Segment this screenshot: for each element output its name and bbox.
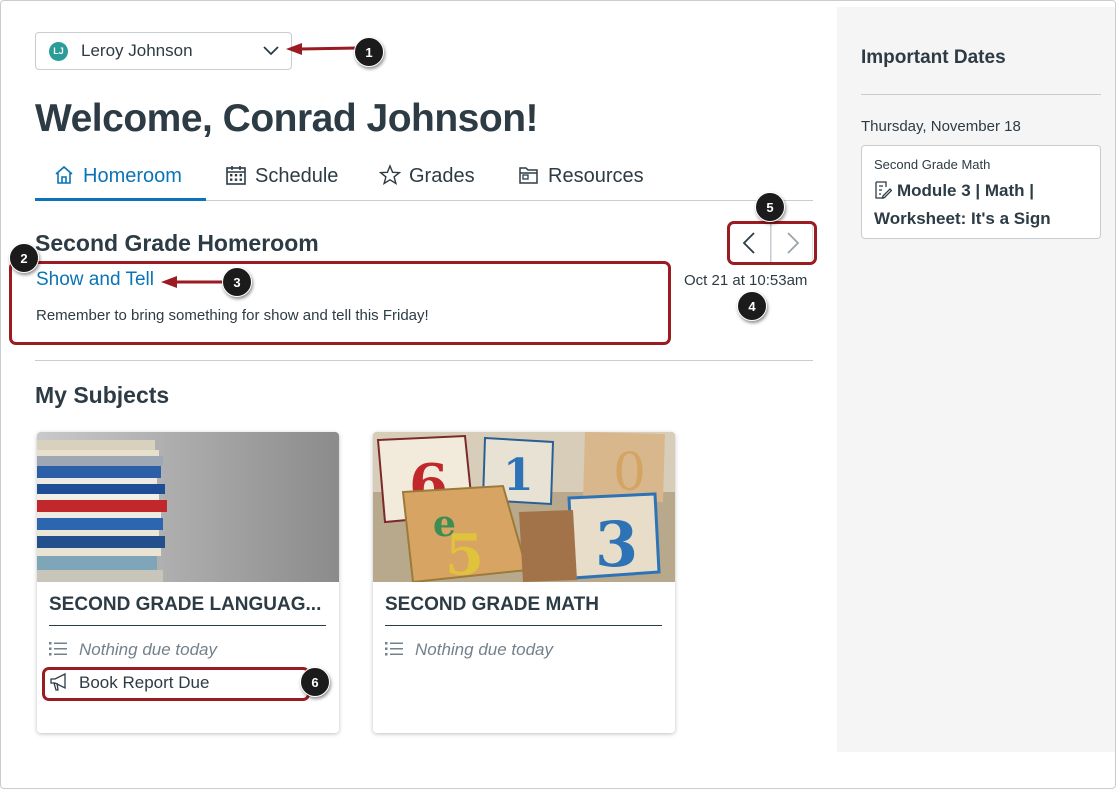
app-window: LJ Leroy Johnson Welcome, Conrad Johnson…	[0, 0, 1116, 789]
important-date-assignment-link[interactable]: Module 3 | Math | Worksheet: It's a Sign	[874, 177, 1094, 233]
callout-badge: 5	[755, 192, 785, 222]
announcement-timestamp: Oct 21 at 10:53am	[684, 272, 808, 289]
card-due-status[interactable]: Nothing due today	[49, 640, 217, 660]
svg-text:e: e	[433, 503, 456, 545]
sidebar-divider	[861, 94, 1101, 95]
card-image-blocks[interactable]: 6 1 0 5 e 3	[373, 432, 675, 582]
home-icon	[55, 165, 73, 184]
star-icon	[379, 164, 401, 186]
tab-grades[interactable]: Grades	[379, 164, 475, 201]
list-icon	[49, 642, 67, 656]
tab-label: Resources	[548, 165, 644, 187]
subjects-heading: My Subjects	[35, 382, 170, 408]
important-dates-heading: Important Dates	[861, 47, 1006, 68]
callout-badge: 6	[300, 667, 330, 697]
page-title: Welcome, Conrad Johnson!	[35, 97, 539, 140]
important-date-course: Second Grade Math	[874, 157, 991, 172]
tab-schedule[interactable]: Schedule	[225, 164, 338, 201]
important-date-label: Thursday, November 18	[861, 118, 1021, 135]
important-date-item[interactable]: Second Grade Math Module 3 | Math | Work…	[861, 145, 1101, 239]
student-name: Leroy Johnson	[81, 41, 193, 60]
card-due-text: Nothing due today	[415, 640, 553, 659]
section-divider	[35, 360, 813, 361]
card-due-status[interactable]: Nothing due today	[385, 640, 553, 660]
callout-arrow	[161, 276, 227, 288]
list-icon	[385, 642, 403, 656]
callout-badge: 2	[9, 243, 39, 273]
tab-bar: Homeroom Schedule Grades Resources	[35, 161, 813, 201]
chevron-down-icon	[263, 46, 279, 56]
avatar: LJ	[49, 42, 68, 61]
callout-box	[42, 667, 310, 701]
card-due-text: Nothing due today	[79, 640, 217, 659]
subject-card-math[interactable]: 6 1 0 5 e 3 SECOND GRADE MATH Nothing du…	[373, 432, 675, 733]
callout-arrow	[286, 43, 358, 55]
tab-label: Grades	[409, 165, 475, 187]
assignment-icon	[875, 181, 892, 199]
card-image-books[interactable]	[37, 432, 339, 582]
svg-text:3: 3	[595, 508, 638, 581]
important-dates-sidebar: Important Dates Thursday, November 18 Se…	[837, 7, 1115, 752]
tab-homeroom[interactable]: Homeroom	[35, 164, 206, 201]
card-title[interactable]: SECOND GRADE LANGUAG...	[49, 594, 326, 626]
callout-box	[727, 221, 817, 265]
tab-label: Schedule	[255, 165, 339, 187]
callout-badge: 1	[354, 37, 384, 67]
tab-resources[interactable]: Resources	[518, 164, 644, 201]
homeroom-heading: Second Grade Homeroom	[35, 230, 319, 256]
svg-text:1: 1	[503, 450, 534, 501]
tab-label: Homeroom	[83, 165, 182, 187]
card-title[interactable]: SECOND GRADE MATH	[385, 594, 662, 626]
callout-badge: 3	[222, 267, 252, 297]
calendar-icon	[226, 166, 246, 185]
important-date-assignment-title: Module 3 | Math | Worksheet: It's a Sign	[874, 181, 1051, 228]
callout-badge: 4	[737, 291, 767, 321]
callout-box	[9, 261, 671, 345]
folder-icon	[519, 167, 538, 184]
student-select[interactable]: LJ Leroy Johnson	[35, 32, 292, 70]
